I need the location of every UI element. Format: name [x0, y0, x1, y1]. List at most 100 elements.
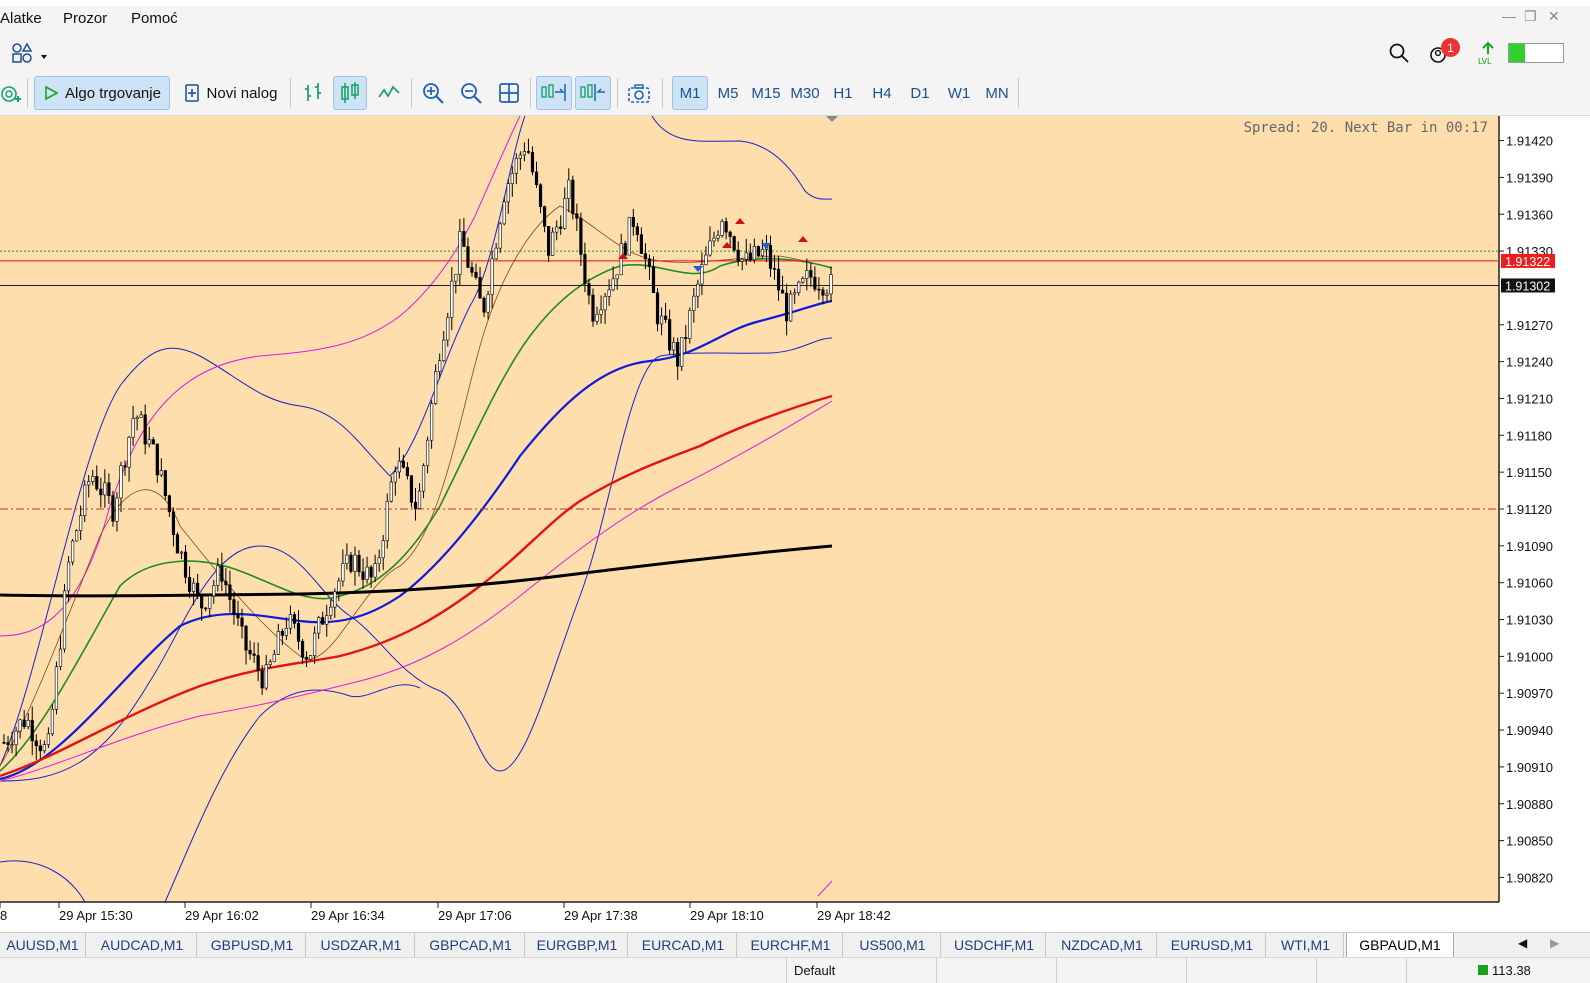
zoom-in-icon	[423, 83, 444, 104]
terminal-window: Alatke Prozor Pomoć — ❐ ✕ 1 LVL Algo trg…	[0, 0, 1590, 983]
zoom-out-button[interactable]	[456, 76, 486, 110]
tab-scroll-right-icon[interactable]: ▶	[1550, 936, 1559, 950]
restore-icon[interactable]: ❐	[1524, 8, 1537, 25]
timeframe-h4[interactable]: H4	[864, 76, 900, 110]
symbol-tab[interactable]: USDCHF,M1	[943, 933, 1046, 957]
separator	[662, 78, 663, 108]
symbol-tab[interactable]: AUDCAD,M1	[88, 933, 197, 957]
connection-button[interactable]: LVL	[1476, 36, 1500, 70]
price-tick-label: 1.91360	[1506, 207, 1553, 222]
chart-shift-button[interactable]	[575, 76, 611, 110]
status-divider	[786, 958, 787, 983]
candlestick-icon	[341, 82, 359, 103]
symbol-tab[interactable]: NZDCAD,M1	[1048, 933, 1157, 957]
separator	[411, 78, 412, 108]
time-tick-label: 29 Apr 18:42	[817, 908, 891, 923]
chart-area[interactable]: 1.91420 1.91390 1.91360 1.91330 1.91270 1.912…	[0, 116, 1590, 932]
toolbar-top: 1 LVL	[0, 32, 1590, 72]
candle	[70, 538, 75, 566]
timeframe-m15[interactable]: M15	[748, 76, 784, 110]
price-tick-label: 1.91240	[1506, 355, 1553, 370]
zoom-out-icon	[461, 83, 482, 104]
candle	[732, 235, 736, 253]
price-tick-label: 1.91030	[1506, 613, 1553, 628]
menu-pomoc[interactable]: Pomoć	[131, 10, 178, 27]
autoscroll-button[interactable]	[536, 76, 572, 110]
candle	[680, 337, 684, 371]
zoom-in-button[interactable]	[418, 76, 448, 110]
candle	[720, 219, 724, 238]
minimize-icon[interactable]: —	[1502, 8, 1516, 24]
separator	[530, 78, 531, 108]
candle	[688, 307, 692, 344]
candle	[627, 216, 631, 256]
screenshot-button[interactable]	[623, 76, 655, 110]
bar-chart-icon	[305, 83, 321, 101]
notifications-button[interactable]: 1	[1424, 36, 1460, 70]
symbol-tab[interactable]: US500,M1	[845, 933, 941, 957]
status-divider	[1056, 958, 1057, 983]
algo-trading-label: Algo trgovanje	[65, 84, 161, 102]
timeframe-m1[interactable]: M1	[672, 76, 708, 110]
candle	[83, 480, 87, 523]
symbol-tab[interactable]: GBPUSD,M1	[199, 933, 306, 957]
symbol-tab[interactable]: WTI,M1	[1268, 933, 1344, 957]
menu-alatke[interactable]: Alatke	[0, 10, 42, 27]
line-chart-button[interactable]	[373, 76, 405, 110]
symbol-tab[interactable]: EURCHF,M1	[739, 933, 843, 957]
search-icon	[1389, 43, 1409, 63]
menu-prozor[interactable]: Prozor	[63, 10, 107, 27]
symbol-tab[interactable]: AUUSD,M1	[0, 933, 86, 957]
symbol-tab[interactable]: USDZAR,M1	[308, 933, 415, 957]
candlestick-button[interactable]	[333, 76, 367, 110]
time-tick-label: 29 Apr 17:38	[564, 908, 638, 923]
tab-scroll-left-icon[interactable]: ◀	[1518, 936, 1527, 950]
timeframe-d1[interactable]: D1	[902, 76, 938, 110]
symbol-tabs: ◀ ▶ AUUSD,M1 AUDCAD,M1 GBPUSD,M1 USDZAR,M1 G…	[0, 932, 1590, 958]
price-tick-label: 1.90940	[1506, 723, 1553, 738]
price-tick-label: 1.91090	[1506, 539, 1553, 554]
shapes-icon	[12, 42, 47, 63]
candle	[111, 490, 115, 527]
status-right-value: 113.38	[1492, 963, 1531, 978]
new-order-button[interactable]: Novi nalog	[176, 76, 284, 110]
menu-bar: Alatke Prozor Pomoć — ❐ ✕	[0, 6, 1590, 32]
search-button[interactable]	[1384, 36, 1414, 70]
price-tick-label: 1.91150	[1506, 465, 1552, 480]
timeframe-h1[interactable]: H1	[825, 76, 861, 110]
timeframe-mn[interactable]: MN	[979, 76, 1015, 110]
notification-badge: 1	[1441, 38, 1460, 57]
candle	[789, 290, 793, 322]
candle	[308, 655, 313, 661]
price-tick-label: 1.91270	[1506, 318, 1553, 333]
bar-chart-button[interactable]	[297, 76, 329, 110]
price-tick-label: 1.90910	[1506, 760, 1553, 775]
symbol-tab[interactable]: EURUSD,M1	[1159, 933, 1266, 957]
candle	[50, 704, 55, 737]
objects-menu-button[interactable]	[4, 36, 50, 70]
symbol-tab[interactable]: EURCAD,M1	[630, 933, 737, 957]
price-tick-label: 1.91420	[1506, 134, 1553, 149]
time-tick-label: 8	[0, 908, 7, 923]
price-tick-label: 1.91060	[1506, 576, 1553, 591]
tile-windows-button[interactable]	[494, 76, 524, 110]
add-indicator-button[interactable]	[0, 76, 22, 110]
timeframe-m5[interactable]: M5	[710, 76, 746, 110]
status-value: 113.38	[1478, 963, 1531, 978]
time-tick-label: 29 Apr 18:10	[690, 908, 764, 923]
candle	[163, 469, 167, 500]
symbol-tab[interactable]: EURGBP,M1	[527, 933, 628, 957]
profile-name[interactable]: Default	[794, 963, 835, 978]
toolbar-main: Algo trgovanje Novi nalog M1 M5 M15 M30 …	[0, 72, 1590, 116]
timeframe-m30[interactable]: M30	[787, 76, 823, 110]
symbol-tab[interactable]: GBPCAD,M1	[417, 933, 525, 957]
price-chart[interactable]: 1.914201.913901.913601.913301.912701.912…	[0, 116, 1590, 932]
symbol-tab[interactable]: GBPAUD,M1	[1346, 933, 1454, 958]
indicator-plus-icon	[1, 86, 21, 102]
algo-trading-button[interactable]: Algo trgovanje	[34, 76, 170, 110]
timeframe-w1[interactable]: W1	[941, 76, 977, 110]
close-icon[interactable]: ✕	[1548, 8, 1560, 25]
camera-icon	[628, 84, 650, 103]
candle	[75, 529, 79, 542]
bid-price-label: 1.91302	[1505, 279, 1550, 293]
